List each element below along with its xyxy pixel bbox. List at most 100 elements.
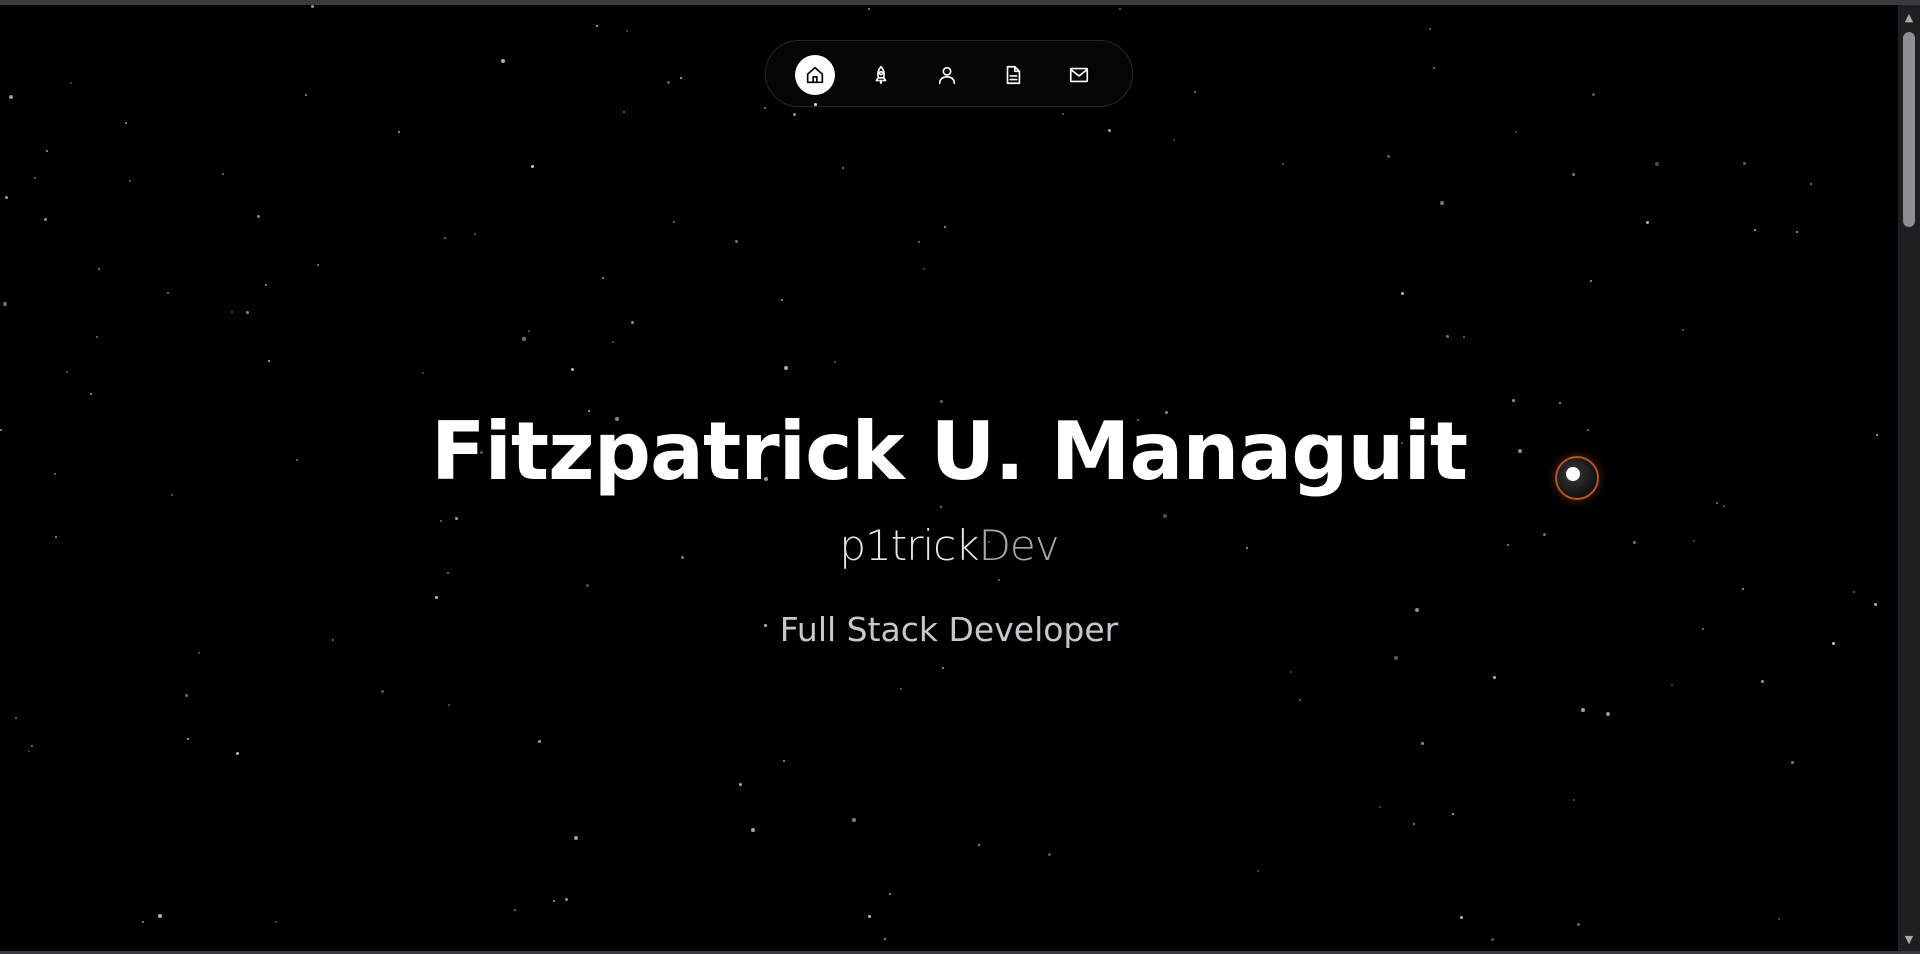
star-dot xyxy=(1716,502,1718,504)
star-dot xyxy=(198,652,200,654)
star-dot xyxy=(1743,162,1746,165)
star-dot xyxy=(435,596,438,599)
star-dot xyxy=(236,752,239,755)
star-dot xyxy=(538,740,541,743)
nav-resume-button[interactable] xyxy=(993,55,1033,95)
star-dot xyxy=(98,268,100,270)
star-dot xyxy=(522,337,526,341)
star-dot xyxy=(1577,923,1580,926)
star-dot xyxy=(129,180,131,182)
star-dot xyxy=(623,111,625,113)
star-dot xyxy=(1429,28,1431,30)
vertical-scrollbar[interactable]: ▲ ▼ xyxy=(1898,5,1920,951)
handle-prefix: p1trick xyxy=(839,521,979,570)
scroll-down-arrow-icon[interactable]: ▼ xyxy=(1898,930,1920,948)
star-dot xyxy=(1421,742,1424,745)
star-dot xyxy=(667,81,670,84)
nav-projects-button[interactable] xyxy=(861,55,901,95)
top-navigation xyxy=(765,40,1133,107)
star-dot xyxy=(66,371,68,373)
star-dot xyxy=(631,321,634,324)
star-dot xyxy=(1590,280,1592,282)
star-dot xyxy=(501,59,505,63)
star-dot xyxy=(1581,708,1585,712)
star-dot xyxy=(1592,93,1595,96)
star-dot xyxy=(574,836,578,840)
star-dot xyxy=(44,218,47,221)
nav-home-button[interactable] xyxy=(795,55,835,106)
rocket-icon xyxy=(875,65,887,85)
star-dot xyxy=(1655,162,1659,166)
star-dot xyxy=(1387,155,1390,158)
star-dot xyxy=(1491,938,1494,941)
star-dot xyxy=(612,341,614,343)
active-indicator xyxy=(813,103,817,106)
star-dot xyxy=(167,292,169,294)
star-dot xyxy=(1401,292,1404,295)
star-dot xyxy=(783,760,785,762)
star-dot xyxy=(793,113,796,116)
star-dot xyxy=(852,818,856,822)
star-dot xyxy=(1379,806,1381,808)
star-dot xyxy=(31,745,33,747)
star-dot xyxy=(868,8,870,10)
star-dot xyxy=(265,284,267,286)
star-dot xyxy=(514,909,516,911)
star-dot xyxy=(942,667,944,669)
star-dot xyxy=(275,921,277,923)
star-dot xyxy=(444,237,446,239)
user-icon xyxy=(938,66,956,85)
star-dot xyxy=(889,893,891,895)
star-dot xyxy=(1778,918,1780,920)
orb-core xyxy=(1566,467,1580,481)
star-dot xyxy=(158,914,162,918)
star-dot xyxy=(565,898,568,901)
star-dot xyxy=(528,330,530,332)
star-dot xyxy=(1446,335,1449,338)
star-dot xyxy=(185,694,188,697)
star-dot xyxy=(1440,201,1444,205)
hero-role: Full Stack Developer xyxy=(779,610,1119,649)
star-dot xyxy=(764,107,766,109)
hero-name: Fitzpatrick U. Managuit xyxy=(430,405,1468,498)
star-dot xyxy=(1606,712,1610,716)
star-dot xyxy=(268,360,270,362)
nav-contact-button[interactable] xyxy=(1059,55,1099,95)
star-dot xyxy=(3,302,7,306)
star-dot xyxy=(96,336,98,338)
star-dot xyxy=(1754,229,1756,231)
star-dot xyxy=(28,750,30,752)
star-dot xyxy=(1173,139,1175,141)
star-dot xyxy=(998,579,1000,581)
star-dot xyxy=(1874,603,1877,606)
star-dot xyxy=(46,150,48,152)
star-dot xyxy=(531,165,534,168)
star-dot xyxy=(1452,813,1454,815)
star-dot xyxy=(448,704,450,706)
star-dot xyxy=(398,131,400,133)
nav-about-button[interactable] xyxy=(927,55,967,95)
scroll-thumb[interactable] xyxy=(1903,32,1915,227)
star-dot xyxy=(735,240,738,243)
star-dot xyxy=(1791,761,1794,764)
star-dot xyxy=(15,717,17,719)
star-dot xyxy=(923,268,925,270)
star-dot xyxy=(1572,173,1575,176)
scroll-up-arrow-icon[interactable]: ▲ xyxy=(1898,8,1920,26)
star-dot xyxy=(34,177,36,179)
star-dot xyxy=(781,299,783,301)
star-dot xyxy=(673,221,675,223)
star-dot xyxy=(1682,329,1684,331)
star-dot xyxy=(474,233,476,235)
floating-orb xyxy=(1555,456,1599,500)
document-icon xyxy=(1006,65,1021,85)
star-dot xyxy=(553,900,555,902)
star-dot xyxy=(381,690,384,693)
star-dot xyxy=(1048,853,1051,856)
home-icon xyxy=(806,66,824,84)
star-dot xyxy=(842,167,844,169)
star-dot xyxy=(680,77,682,79)
star-dot xyxy=(626,30,628,32)
page-viewport: Fitzpatrick U. Managuit p1trickDev Full … xyxy=(0,0,1920,954)
star-dot xyxy=(1257,870,1259,872)
